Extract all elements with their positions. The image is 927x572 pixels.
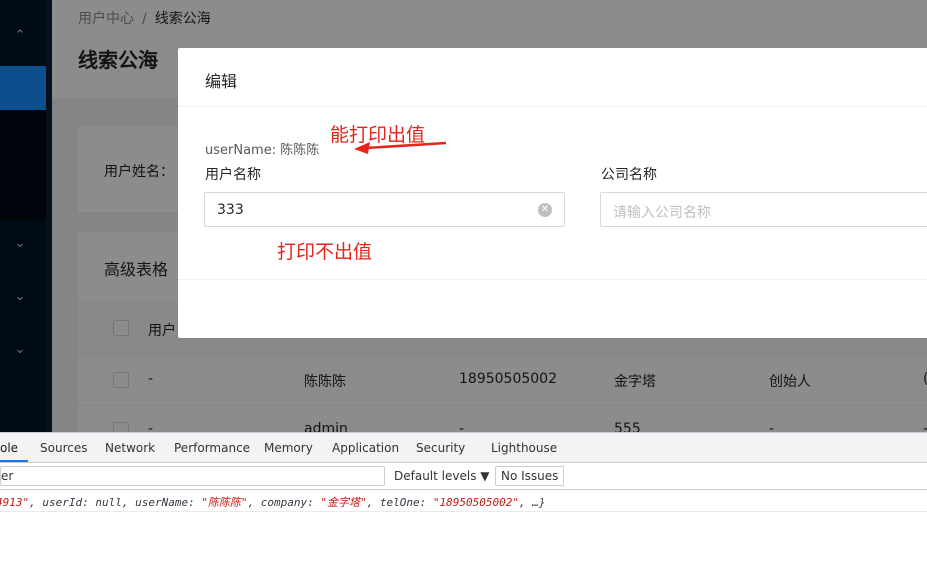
- log-string: "金字塔": [320, 496, 367, 509]
- log-levels-dropdown[interactable]: Default levels ▼: [394, 469, 490, 483]
- tab-performance[interactable]: Performance: [174, 441, 250, 455]
- user-name-field-label: 用户名称: [205, 167, 261, 183]
- clear-icon[interactable]: ✕: [538, 203, 552, 217]
- modal-title: 编辑: [205, 72, 238, 91]
- log-string: "陈陈陈": [201, 496, 248, 509]
- log-string: "18950505002": [432, 496, 519, 509]
- modal-header-divider: [178, 106, 927, 107]
- tab-application[interactable]: Application: [332, 441, 399, 455]
- console-log-text: 4913", userId: null, userName: "陈陈陈", co…: [0, 494, 546, 510]
- edit-modal: 编辑 userName: 陈陈陈 用户名称 333 ✕ 公司名称 请输入公司名称: [178, 48, 927, 338]
- user-name-input-value: 333: [217, 202, 244, 218]
- tab-console[interactable]: ole: [0, 441, 18, 455]
- tab-memory[interactable]: Memory: [264, 441, 313, 455]
- log-fragment: , telOne:: [366, 496, 433, 509]
- log-fragment: , …}: [519, 496, 546, 509]
- issues-button[interactable]: No Issues: [495, 466, 565, 486]
- company-name-input[interactable]: 请输入公司名称: [600, 192, 927, 227]
- app-area: ⌃ ⌄ ⌄ ⌄ 用户中心/线索公海 线索公海 用户姓名： 高级表格 用户 -: [0, 0, 927, 432]
- devtools-tab-bar: ole Sources Network Performance Memory A…: [0, 433, 927, 463]
- tab-sources[interactable]: Sources: [40, 441, 87, 455]
- modal-footer-divider: [178, 279, 927, 280]
- log-fragment: 4913", userId: null, userName:: [0, 496, 202, 509]
- tab-security[interactable]: Security: [416, 441, 465, 455]
- console-filter-input[interactable]: er: [0, 466, 385, 486]
- arrow-left-icon: [354, 141, 447, 154]
- devtools-panel: ole Sources Network Performance Memory A…: [0, 432, 927, 572]
- company-name-field-label: 公司名称: [601, 167, 657, 183]
- annotation-cannot-print: 打印不出值: [277, 241, 373, 263]
- active-tab-indicator: [0, 460, 28, 462]
- console-toolbar: er Default levels ▼ No Issues: [0, 463, 927, 490]
- console-log-entry[interactable]: 4913", userId: null, userName: "陈陈陈", co…: [0, 490, 927, 512]
- log-fragment: , company:: [247, 496, 321, 509]
- tab-lighthouse[interactable]: Lighthouse: [491, 441, 557, 455]
- user-name-input[interactable]: 333 ✕: [204, 192, 565, 227]
- company-name-placeholder: 请输入公司名称: [613, 205, 711, 221]
- tab-network[interactable]: Network: [105, 441, 155, 455]
- debug-username-text: userName: 陈陈陈: [205, 143, 320, 158]
